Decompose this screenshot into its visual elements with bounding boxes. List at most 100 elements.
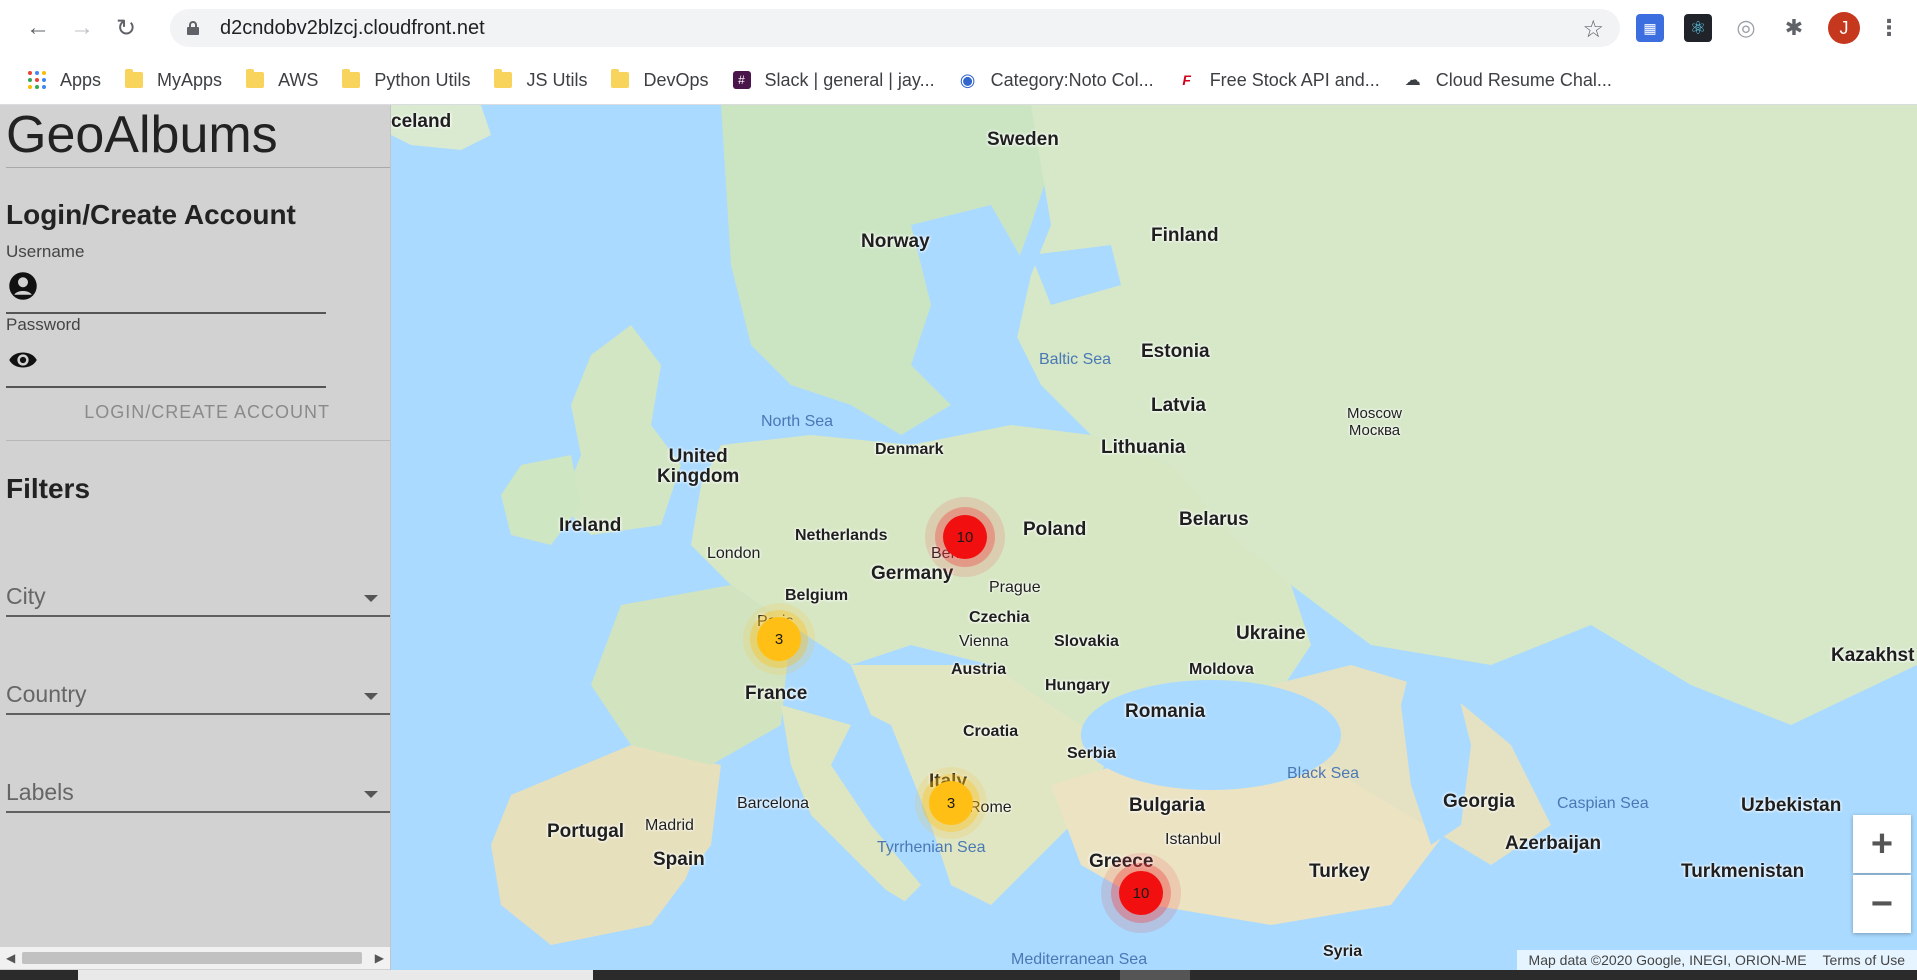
map-view[interactable]: celand Sweden Norway Finland Estonia Lat… [391, 105, 1917, 970]
profile-avatar[interactable]: J [1828, 12, 1860, 44]
sidebar: GeoAlbums Login/Create Account Username … [0, 105, 391, 970]
reload-button[interactable]: ↻ [106, 8, 146, 48]
divider [6, 440, 390, 441]
forward-arrow-icon: → [70, 14, 94, 41]
city-label: Rome [969, 799, 1012, 816]
horizontal-scrollbar[interactable]: ◀ ▶ [0, 947, 390, 969]
bookmark-apps[interactable]: Apps [0, 62, 113, 98]
bookmark-stock-api[interactable]: F Free Stock API and... [1166, 62, 1392, 98]
bookmarks-bar: Apps MyApps AWS Python Utils JS Utils De… [0, 56, 1917, 105]
map-label: Netherlands [795, 527, 888, 544]
scroll-left-icon[interactable]: ◀ [6, 951, 15, 965]
photo-cluster-marker[interactable]: 3 [757, 617, 801, 661]
bottom-bar-segment [1120, 970, 1190, 980]
labels-select-label: Labels [6, 779, 74, 805]
sea-label: Tyrrhenian Sea [877, 839, 986, 856]
sea-label: Baltic Sea [1039, 351, 1112, 368]
target-extension-icon[interactable]: ◎ [1732, 14, 1760, 42]
bottom-bar-segment [78, 970, 593, 980]
map-label: Ukraine [1236, 623, 1306, 644]
map-label: United Kingdom [657, 446, 740, 487]
zoom-in-button[interactable]: + [1853, 815, 1911, 873]
map-label: Turkey [1309, 861, 1370, 882]
map-label: Spain [653, 849, 705, 870]
username-field[interactable] [48, 271, 328, 303]
scroll-right-icon[interactable]: ▶ [375, 951, 384, 965]
select-underline [6, 713, 390, 715]
app-title: GeoAlbums [6, 106, 278, 164]
sea-label: North Sea [761, 413, 834, 430]
photo-cluster-marker[interactable]: 10 [1119, 871, 1163, 915]
filters-heading: Filters [6, 473, 91, 504]
bookmark-python-utils[interactable]: Python Utils [330, 62, 482, 98]
folder-icon [342, 69, 361, 88]
bookmark-js-utils[interactable]: JS Utils [482, 62, 599, 98]
wikimedia-icon: ◉ [959, 69, 976, 90]
dropdown-arrow-icon [364, 693, 378, 700]
bookmark-slack[interactable]: # Slack | general | jay... [721, 62, 947, 98]
bookmark-label: Slack | general | jay... [764, 69, 935, 90]
map-label: Finland [1151, 225, 1219, 246]
apps-grid-icon [28, 71, 46, 89]
labels-select[interactable]: Labels [6, 769, 390, 813]
attribution-text: Map data ©2020 Google, INEGI, ORION-ME [1528, 952, 1807, 968]
scrollbar-thumb[interactable] [22, 952, 362, 964]
photo-cluster-marker[interactable]: 10 [943, 515, 987, 559]
bookmark-label: Python Utils [374, 69, 471, 90]
react-devtools-icon[interactable]: ⚛ [1684, 14, 1712, 42]
forward-button[interactable]: → [62, 8, 102, 48]
map-label: Portugal [547, 821, 625, 842]
bottom-bar [0, 970, 1917, 980]
dropdown-arrow-icon [364, 791, 378, 798]
map-label: Bulgaria [1129, 795, 1206, 816]
browser-menu-icon[interactable]: ⋮ [1878, 15, 1900, 41]
city-label: Vienna [959, 633, 1009, 650]
map-label: Uzbekistan [1741, 795, 1842, 816]
slack-icon: # [732, 71, 751, 89]
sea-label: Mediterranean Sea [1011, 951, 1148, 968]
country-select[interactable]: Country [6, 671, 390, 715]
bookmark-label: MyApps [157, 69, 223, 90]
bookmark-star-icon[interactable]: ☆ [1582, 15, 1604, 44]
address-bar[interactable]: d2cndobv2blzcj.cloudfront.net ☆ [170, 9, 1620, 47]
folder-icon [125, 69, 144, 88]
map-label: Syria [1323, 943, 1363, 960]
password-field[interactable] [48, 345, 328, 377]
zoom-out-button[interactable]: − [1853, 875, 1911, 933]
map-label: Latvia [1151, 395, 1206, 416]
bookmark-label: JS Utils [526, 69, 588, 90]
back-arrow-icon: ← [26, 14, 50, 41]
visibility-eye-icon[interactable] [8, 345, 38, 375]
bookmark-label: Free Stock API and... [1209, 69, 1380, 90]
photo-cluster-marker[interactable]: 3 [929, 781, 973, 825]
bookmark-devops[interactable]: DevOps [599, 62, 720, 98]
extensions-puzzle-icon[interactable]: ✱ [1780, 14, 1808, 42]
calendar-extension-icon[interactable]: ▦ [1636, 14, 1664, 42]
bookmark-label: Cloud Resume Chal... [1435, 69, 1612, 90]
password-underline [6, 386, 326, 388]
bookmark-myapps[interactable]: MyApps [113, 62, 234, 98]
map-label: France [745, 683, 808, 704]
terms-of-use-link[interactable]: Terms of Use [1823, 952, 1905, 968]
map-label: Hungary [1045, 677, 1110, 694]
city-label: Moscow Москва [1347, 405, 1403, 439]
map-label: Poland [1023, 519, 1087, 540]
map-label: Norway [861, 231, 930, 252]
back-button[interactable]: ← [18, 8, 58, 48]
map-label: Germany [871, 563, 954, 584]
login-heading: Login/Create Account [6, 199, 296, 230]
login-create-account-button[interactable]: LOGIN/CREATE ACCOUNT [60, 395, 330, 429]
map-label: Belarus [1179, 509, 1249, 530]
url-text: d2cndobv2blzcj.cloudfront.net [220, 16, 485, 39]
bookmark-cloud-resume[interactable]: ☁ Cloud Resume Chal... [1392, 62, 1624, 98]
dropdown-arrow-icon [364, 595, 378, 602]
country-select-label: Country [6, 681, 87, 707]
sea-label: Caspian Sea [1557, 795, 1649, 812]
city-select[interactable]: City [6, 573, 390, 617]
bookmark-noto[interactable]: ◉ Category:Noto Col... [947, 62, 1166, 98]
city-select-label: City [6, 583, 46, 609]
map-label: Sweden [987, 129, 1059, 150]
bookmark-aws[interactable]: AWS [234, 62, 330, 98]
browser-toolbar: ← → ↻ d2cndobv2blzcj.cloudfront.net ☆ ▦ … [0, 0, 1917, 56]
map-label: Slovakia [1054, 633, 1119, 650]
